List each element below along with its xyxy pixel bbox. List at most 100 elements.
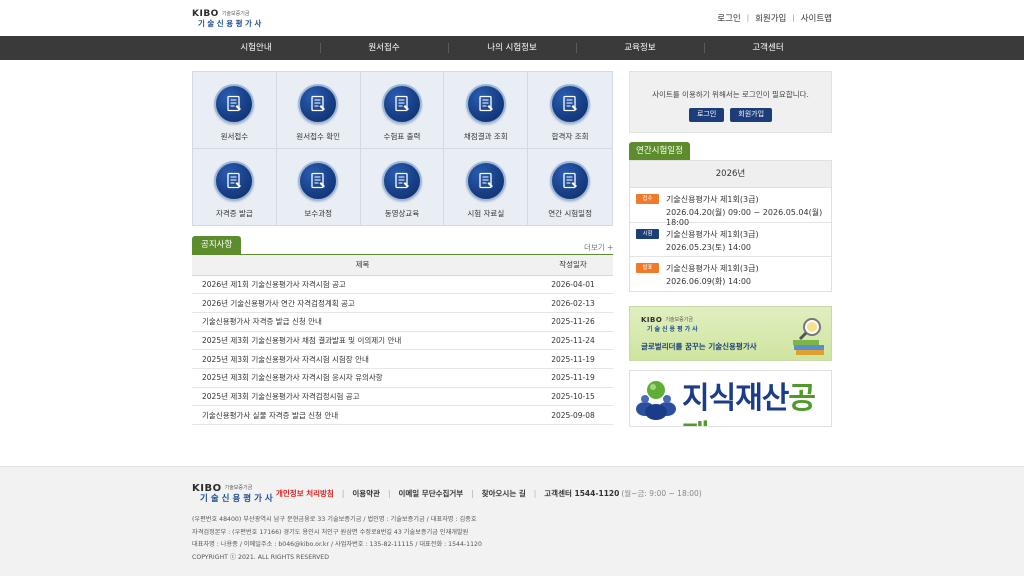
schedule-badge: 발표: [636, 263, 659, 273]
ip-mutual-aid-banner[interactable]: 지식재산공제: [629, 370, 832, 427]
directions-link[interactable]: 찾아오시는 길: [482, 488, 526, 499]
quick-menu-label: 원서접수: [220, 132, 249, 141]
schedule-exam-name: 기술신용평가사 제1회(3급): [666, 229, 759, 239]
score-result-icon: [465, 84, 506, 124]
notice-more-link[interactable]: 더보기 +: [584, 242, 613, 253]
notice-title[interactable]: 2025년 제3회 기술신용평가사 자격시험 응시자 유의사항: [192, 368, 533, 388]
login-box: 사이트를 이용하기 위해서는 로그인이 필요합니다. 로그인 회원가입: [629, 71, 832, 133]
notice-title[interactable]: 2026년 기술신용평가사 연간 자격검정계획 공고: [192, 293, 533, 313]
footer-logo-name: 기술신용평가사: [200, 494, 276, 504]
table-row[interactable]: 2025년 제3회 기술신용평가사 채점 결과발표 및 이의제기 안내 2025-…: [192, 331, 613, 351]
quick-menu-item[interactable]: 자격증 발급: [193, 148, 277, 225]
schedule-exam-date: 2026.05.23(토) 14:00: [666, 242, 752, 252]
schedule-item[interactable]: 발표 기술신용평가사 제1회(3급) 2026.06.09(화) 14:00: [630, 257, 831, 292]
quick-menu-item[interactable]: 시험 자료실: [444, 148, 529, 225]
magnifier-books-icon: [793, 318, 824, 355]
quick-menu-item[interactable]: 연간 시험일정: [528, 149, 612, 226]
banner-logo: KIBO 기술보증기금 기술신용평가사: [641, 316, 700, 334]
schedule-exam-date: 2026.06.09(화) 14:00: [666, 277, 752, 286]
pass-list-icon: [550, 84, 591, 124]
table-row[interactable]: 2025년 제3회 기술신용평가사 자격시험 시험장 안내 2025-11-19: [192, 349, 613, 369]
logo-brand: KIBO: [192, 9, 219, 19]
login-button[interactable]: 로그인: [688, 108, 725, 122]
join-link[interactable]: 회원가입: [755, 12, 786, 24]
terms-link[interactable]: 이용약관: [352, 488, 380, 499]
customer-center-phone: 고객센터 1544-1120: [544, 489, 620, 498]
quick-menu-item[interactable]: 보수과정: [277, 148, 361, 225]
notice-title[interactable]: 기술신용평가사 자격증 발급 신청 안내: [192, 312, 533, 332]
sitemap-link[interactable]: 사이트맵: [801, 12, 832, 24]
notice-date: 2025-11-26: [533, 312, 613, 332]
refresher-course-icon: [298, 160, 339, 201]
column-header-title: 제목: [192, 255, 533, 276]
site-footer: KIBO 기술보증기금 기술신용평가사 개인정보 처리방침 | 이용약관 | 이…: [0, 466, 1024, 576]
quick-menu-label: 연간 시험일정: [548, 208, 592, 218]
admission-ticket-print-icon: [381, 84, 422, 124]
schedule-item[interactable]: 시험 기술신용평가사 제1회(3급) 2026.05.23(토) 14:00: [630, 223, 831, 257]
nav-application[interactable]: 원서접수: [320, 36, 448, 60]
schedule-item[interactable]: 접수 기술신용평가사 제1회(3급) 2026.04.20(월) 09:00 ~ 2…: [630, 188, 831, 227]
exam-archive-icon: [465, 160, 506, 201]
table-row[interactable]: 2026년 제1회 기술신용평가사 자격시험 공고 2026-04-01: [192, 275, 613, 295]
quick-menu-item[interactable]: 채점결과 조회: [444, 72, 529, 149]
quick-menu-item[interactable]: 합격자 조회: [528, 72, 612, 149]
global-leader-banner[interactable]: KIBO 기술보증기금 기술신용평가사 글로벌리더를 꿈꾸는 기술신용평가사: [629, 306, 832, 361]
quick-menu-item[interactable]: 원서접수 확인: [276, 72, 361, 149]
annual-schedule-icon: [550, 160, 591, 201]
site-header: KIBO 기술보증기금 기술신용평가사 로그인 | 회원가입 | 사이트맵: [0, 0, 1024, 36]
privacy-policy-link[interactable]: 개인정보 처리방침: [276, 488, 334, 499]
notice-date: 2026-02-13: [533, 293, 613, 313]
certificate-issue-icon: [214, 160, 255, 201]
footer-info-line: 대표자명 : 나용종 / 이메일주소 : b046@kibo.or.kr / 사…: [192, 541, 482, 548]
quick-menu-label: 시험 자료실: [467, 208, 505, 218]
notice-tab[interactable]: 공지사항: [192, 236, 242, 254]
people-globe-icon: [636, 381, 676, 420]
schedule-tab[interactable]: 연간시험일정: [629, 142, 690, 160]
notice-title[interactable]: 기술신용평가사 실물 자격증 발급 신청 안내: [192, 405, 533, 425]
quick-menu-item[interactable]: 원서접수: [193, 72, 277, 149]
nav-my-exam[interactable]: 나의 시험정보: [448, 36, 576, 60]
login-link[interactable]: 로그인: [717, 12, 740, 24]
notice-title[interactable]: 2025년 제3회 기술신용평가사 채점 결과발표 및 이의제기 안내: [192, 331, 533, 351]
table-row[interactable]: 2025년 제3회 기술신용평가사 자격검정시험 공고 2025-10-15: [192, 387, 613, 407]
banner-logo-name: 기술신용평가사: [647, 326, 700, 333]
schedule-badge: 시험: [636, 228, 659, 239]
quick-menu-label: 채점결과 조회: [463, 132, 508, 141]
footer-logo[interactable]: KIBO 기술보증기금 기술신용평가사: [192, 484, 276, 505]
email-refusal-link[interactable]: 이메일 무단수집거부: [398, 488, 463, 499]
nav-education[interactable]: 교육정보: [576, 36, 704, 60]
quick-menu-grid: 원서접수 원서접수 확인 수험표 출력 채점결과 조회 합격자 조회자격증 발급 보수과정…: [192, 71, 613, 226]
notice-title[interactable]: 2025년 제3회 기술신용평가사 자격시험 시험장 안내: [192, 349, 533, 369]
footer-info-line: (우편번호 48400) 부산광역시 남구 문현금융로 33 기술보증기금 / …: [192, 516, 477, 523]
notice-title[interactable]: 2025년 제3회 기술신용평가사 자격검정시험 공고: [192, 387, 533, 407]
nav-customer-center[interactable]: 고객센터: [704, 36, 832, 60]
column-header-date: 작성일자: [533, 255, 613, 276]
notice-date: 2025-10-15: [533, 387, 613, 407]
banner-logo-brand: KIBO: [641, 316, 663, 324]
nav-exam-info[interactable]: 시험안내: [192, 36, 320, 60]
notice-table: 제목 작성일자 2026년 제1회 기술신용평가사 자격시험 공고 2026-04…: [192, 255, 613, 425]
quick-menu-label: 원서접수 확인: [296, 132, 341, 141]
quick-menu-item[interactable]: 수험표 출력: [360, 72, 445, 149]
footer-logo-brand: KIBO: [192, 483, 222, 494]
footer-logo-sub: 기술보증기금: [224, 485, 253, 491]
logo-name: 기술신용평가사: [198, 19, 264, 28]
table-row[interactable]: 2026년 기술신용평가사 연간 자격검정계획 공고 2026-02-13: [192, 293, 613, 313]
schedule-year: 2026년: [630, 161, 831, 188]
schedule-badge: 접수: [636, 194, 659, 204]
customer-center-hours: (월~금: 9:00 ~ 18:00): [621, 489, 702, 498]
application-check-icon: [298, 84, 339, 124]
site-logo[interactable]: KIBO 기술보증기금 기술신용평가사: [192, 10, 272, 30]
ip-banner-text-main: 지식재산: [682, 381, 789, 416]
table-row[interactable]: 2025년 제3회 기술신용평가사 자격시험 응시자 유의사항 2025-11-1…: [192, 368, 613, 388]
quick-menu-item[interactable]: 동영상교육: [361, 148, 445, 225]
main-nav: 시험안내 원서접수 나의 시험정보 교육정보 고객센터: [0, 36, 1024, 60]
join-button[interactable]: 회원가입: [730, 108, 773, 122]
schedule-exam-name: 기술신용평가사 제1회(3급): [666, 264, 759, 273]
footer-links: 개인정보 처리방침 | 이용약관 | 이메일 무단수집거부 | 찾아오시는 길 …: [276, 488, 702, 499]
table-row[interactable]: 기술신용평가사 실물 자격증 발급 신청 안내 2025-09-08: [192, 405, 613, 425]
ip-banner-text: 지식재산공제: [682, 380, 831, 426]
table-row[interactable]: 기술신용평가사 자격증 발급 신청 안내 2025-11-26: [192, 312, 613, 332]
notice-title[interactable]: 2026년 제1회 기술신용평가사 자격시험 공고: [192, 275, 533, 295]
notice-date: 2025-09-08: [533, 405, 613, 425]
